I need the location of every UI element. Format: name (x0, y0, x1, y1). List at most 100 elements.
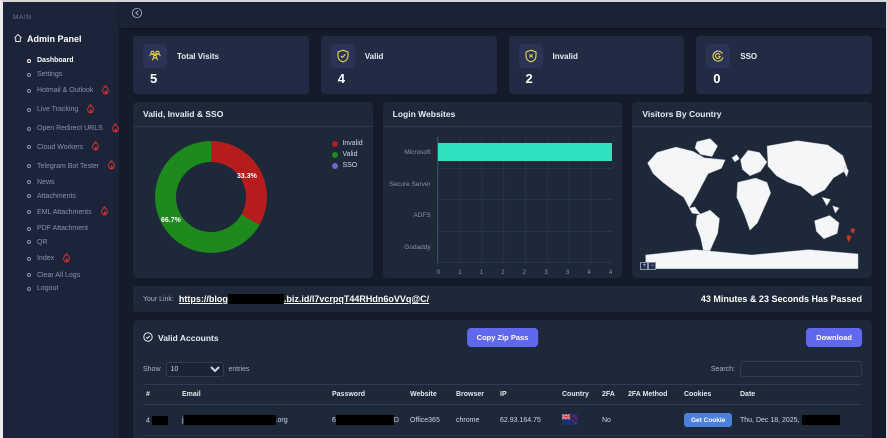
legend-dot (332, 152, 338, 158)
map-zoom-control: + − (640, 262, 656, 270)
redaction-box (184, 415, 276, 425)
sidebar-item-label: Cloud Workers (37, 144, 83, 151)
sidebar-item[interactable]: Live Tracking (3, 100, 119, 119)
world-map[interactable] (638, 131, 866, 272)
accounts-header: Valid Accounts Copy Zip Pass Download (133, 320, 872, 355)
bar-category-label: Microsoft (385, 137, 437, 169)
sidebar-item[interactable]: Clear All Logs (3, 268, 119, 282)
sidebar-item[interactable]: Cloud Workers (3, 138, 119, 157)
fire-icon (86, 104, 95, 116)
get-cookie-button[interactable]: Get Cookie (684, 413, 732, 427)
main-area: Total Visits 5 Valid 4 (119, 2, 886, 438)
sidebar-item-label: Attachments (37, 193, 76, 200)
sidebar-item-label: Telegram Bot Tester (37, 163, 99, 170)
shield-check-icon (331, 44, 355, 68)
fire-icon (62, 253, 71, 265)
legend-label: SSO (342, 162, 357, 169)
sidebar-item[interactable]: PDF Attachment (3, 222, 119, 236)
stat-value: 4 (338, 71, 487, 86)
bullet-icon (27, 127, 31, 131)
elapsed-time: 43 Minutes & 23 Seconds Has Passed (701, 294, 862, 304)
bar-row (438, 232, 613, 264)
col-header-num[interactable]: # (143, 385, 179, 405)
sidebar-item-label: Dashboard (37, 57, 74, 64)
table-controls: Show 10 entries Search: (133, 355, 872, 384)
sidebar-item-label: QR (37, 239, 48, 246)
col-header-website[interactable]: Website (407, 385, 453, 405)
sidebar-item[interactable]: Attachments (3, 189, 119, 203)
accounts-table: # Email Password Website Browser IP Coun… (143, 384, 862, 438)
sidebar-item-label: Logout (37, 285, 58, 292)
copy-zip-pass-button[interactable]: Copy Zip Pass (467, 328, 539, 347)
sidebar-item[interactable]: News (3, 175, 119, 189)
stat-value: 2 (526, 71, 675, 86)
x-tick-label: 4 (587, 270, 590, 276)
sidebar-item-label: Open Redirect URLS (37, 125, 103, 132)
stat-label: SSO (740, 52, 757, 61)
legend-item[interactable]: Invalid (332, 140, 362, 147)
legend-item[interactable]: SSO (332, 162, 362, 169)
col-header-ip[interactable]: IP (497, 385, 559, 405)
sidebar: MAIN Admin Panel Dashboard Settings (3, 2, 119, 438)
x-tick-label: 1 (480, 270, 483, 276)
x-tick-label: 2 (523, 270, 526, 276)
bar-panel: Login Websites MicrosoftSecure ServerADF… (383, 102, 623, 278)
x-tick-label: 3 (566, 270, 569, 276)
circle-check-icon (143, 329, 153, 347)
col-header-country[interactable]: Country (559, 385, 599, 405)
sidebar-item[interactable]: EML Attachments (3, 203, 119, 222)
cell-num: 4 (143, 405, 179, 436)
bullet-icon (27, 257, 31, 261)
redaction-box (152, 416, 168, 425)
map-zoom-out-button[interactable]: − (648, 262, 656, 270)
bullet-icon (27, 273, 31, 277)
col-header-password[interactable]: Password (329, 385, 407, 405)
cell-2fa: No (599, 405, 625, 436)
home-icon (13, 33, 23, 45)
cell-2fa-method (625, 405, 681, 436)
legend-item[interactable]: Valid (332, 151, 362, 158)
sso-swirl-icon (706, 44, 730, 68)
sidebar-brand[interactable]: Admin Panel (3, 25, 119, 54)
sidebar-item[interactable]: Index (3, 249, 119, 268)
users-icon (143, 44, 167, 68)
cell-password: 6D (329, 405, 407, 436)
slice-label-valid: 66.7% (161, 217, 181, 224)
col-header-browser[interactable]: Browser (453, 385, 497, 405)
sidebar-item[interactable]: Dashboard (3, 54, 119, 68)
sidebar-item[interactable]: Open Redirect URLS (3, 119, 119, 138)
bar-fill[interactable] (438, 143, 613, 161)
map-zoom-in-button[interactable]: + (640, 262, 648, 270)
sidebar-item[interactable]: QR (3, 236, 119, 250)
col-header-2fa[interactable]: 2FA (599, 385, 625, 405)
shield-x-icon (519, 44, 543, 68)
col-header-email[interactable]: Email (179, 385, 329, 405)
tracking-link[interactable]: https://blog .biz.id/l7vcrpqT44RHdn6oVVq… (179, 294, 429, 304)
search-input[interactable] (740, 361, 862, 377)
page-size-select[interactable]: 10 (166, 362, 224, 377)
cell-website: Office365 (407, 405, 453, 436)
cell-cookies: Get Cookie (681, 405, 737, 436)
col-header-2fa-method[interactable]: 2FA Method (625, 385, 681, 405)
sidebar-item[interactable]: Telegram Bot Tester (3, 157, 119, 176)
stat-card-total-visits: Total Visits 5 (133, 36, 309, 94)
sidebar-item[interactable]: Settings (3, 68, 119, 82)
bullet-icon (27, 227, 31, 231)
dashboard-content: Total Visits 5 Valid 4 (119, 28, 886, 438)
sidebar-item[interactable]: Logout (3, 282, 119, 296)
sidebar-item[interactable]: Hotmail & Outlook (3, 82, 119, 101)
cell-date: Thu, Dec 18, 2025, (737, 405, 862, 436)
new-zealand-flag-icon (562, 414, 578, 427)
col-header-date[interactable]: Date (737, 385, 862, 405)
redaction-box (228, 294, 284, 304)
col-header-cookies[interactable]: Cookies (681, 385, 737, 405)
download-button[interactable]: Download (806, 328, 862, 347)
redaction-box (336, 415, 394, 425)
bullet-icon (27, 287, 31, 291)
table-row: 4 j.org 6D Office365 chrome 62.93.164.75 (143, 405, 862, 436)
stat-label: Invalid (553, 52, 578, 61)
bullet-icon (27, 108, 31, 112)
sidebar-collapse-icon[interactable] (131, 6, 143, 24)
accounts-title: Valid Accounts (158, 333, 219, 343)
valid-accounts-panel: Valid Accounts Copy Zip Pass Download Sh… (133, 320, 872, 438)
